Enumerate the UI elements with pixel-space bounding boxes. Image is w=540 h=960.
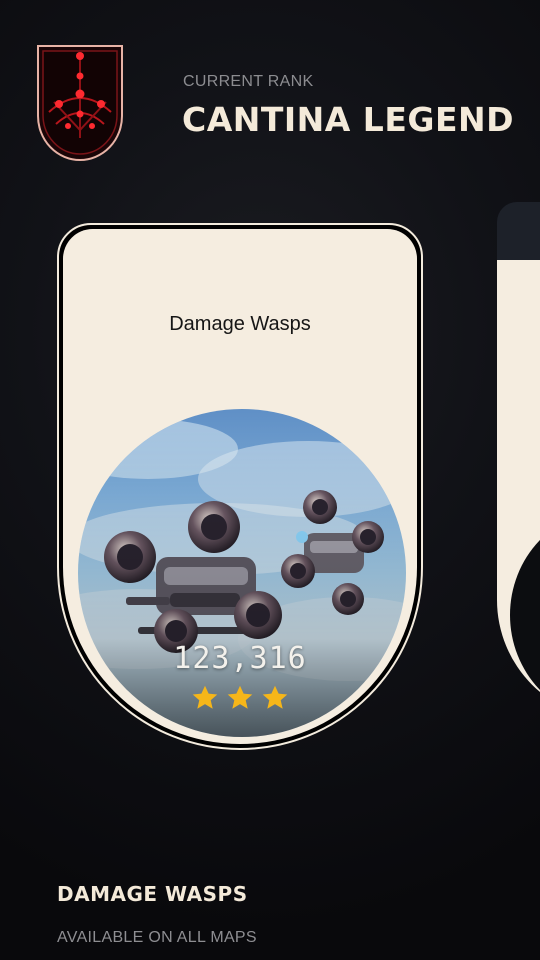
card-name: Damage Wasps: [169, 313, 311, 335]
rank-caption: CURRENT RANK: [183, 73, 314, 90]
next-card-header: [497, 202, 540, 260]
card-score: 123,316: [173, 641, 307, 676]
availability-label: AVAILABLE ON ALL MAPS: [57, 929, 257, 946]
star-icon: [227, 685, 253, 709]
card-face: Damage Wasps 123,316: [63, 229, 417, 744]
star-icon: [262, 685, 288, 709]
selected-item-title: DAMAGE WASPS: [57, 882, 248, 906]
rank-title: CANTINA LEGEND: [182, 100, 515, 139]
rank-shield-icon: [37, 45, 123, 161]
selected-card[interactable]: Damage Wasps 123,316: [57, 223, 423, 750]
star-rating: [63, 684, 417, 712]
screen: CURRENT RANK CANTINA LEGEND Do Damage Wa…: [0, 0, 540, 960]
star-icon: [192, 685, 218, 709]
